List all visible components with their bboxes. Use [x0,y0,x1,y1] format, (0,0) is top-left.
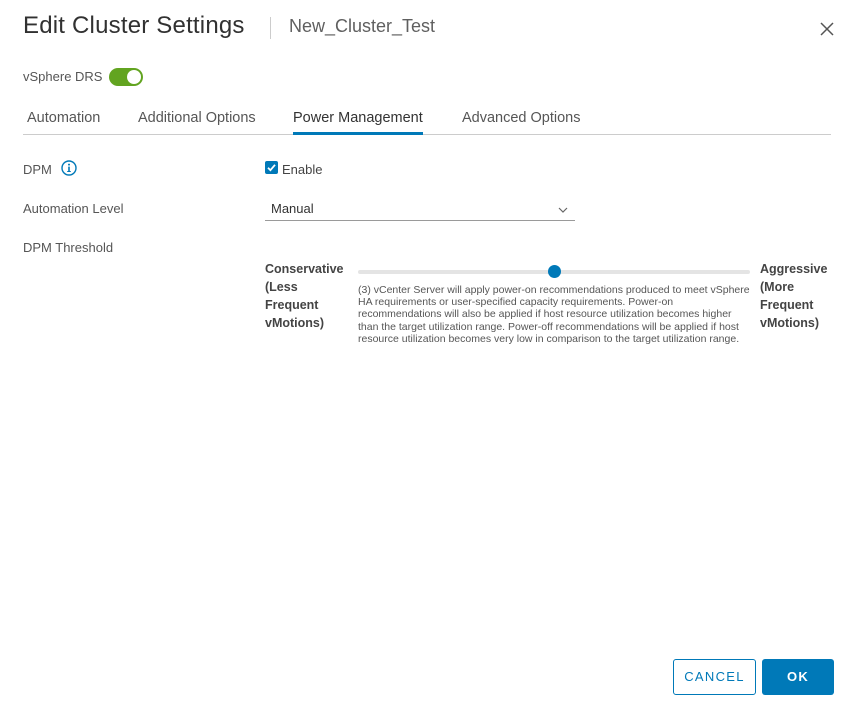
slider-left-label-line: (Less [265,280,298,294]
tab-additional-options[interactable]: Additional Options [138,108,256,134]
slider-left-label-line: Frequent [265,298,319,312]
chevron-down-icon [557,203,569,215]
threshold-description: (3) vCenter Server will apply power-on r… [358,284,750,345]
info-icon[interactable] [61,160,77,176]
dpm-threshold-label: DPM Threshold [23,240,114,255]
slider-right-label-line: vMotions) [760,316,820,330]
tab-automation[interactable]: Automation [27,108,100,134]
title-divider [270,17,271,39]
dpm-label: DPM [23,162,52,177]
close-icon[interactable] [818,20,836,38]
slider-left-label: Conservative (Less Frequent vMotions) [265,260,344,332]
ok-button[interactable]: OK [762,659,834,695]
slider-left-label-line: Conservative [265,262,344,276]
slider-left-label-line: vMotions) [265,316,325,330]
drs-label: vSphere DRS [23,69,103,84]
cancel-button[interactable]: CANCEL [673,659,756,695]
automation-level-value: Manual [271,201,314,216]
enable-label[interactable]: Enable [282,162,322,177]
slider-right-label-line: Frequent [760,298,814,312]
drs-toggle[interactable] [109,68,143,86]
tab-bar: Automation Additional Options Power Mana… [23,108,831,135]
automation-level-label: Automation Level [23,201,124,216]
tab-advanced-options[interactable]: Advanced Options [462,108,581,134]
dialog-title: Edit Cluster Settings [23,12,245,39]
automation-level-select[interactable]: Manual [265,198,575,221]
threshold-slider-thumb[interactable] [548,265,561,278]
slider-right-label: Aggressive (More Frequent vMotions) [760,260,827,332]
cluster-name: New_Cluster_Test [289,16,436,36]
dpm-enable-checkbox[interactable] [265,161,278,174]
slider-right-label-line: Aggressive [760,262,828,276]
slider-right-label-line: (More [760,280,795,294]
tab-power-management[interactable]: Power Management [293,108,423,135]
toggle-knob [127,70,141,84]
